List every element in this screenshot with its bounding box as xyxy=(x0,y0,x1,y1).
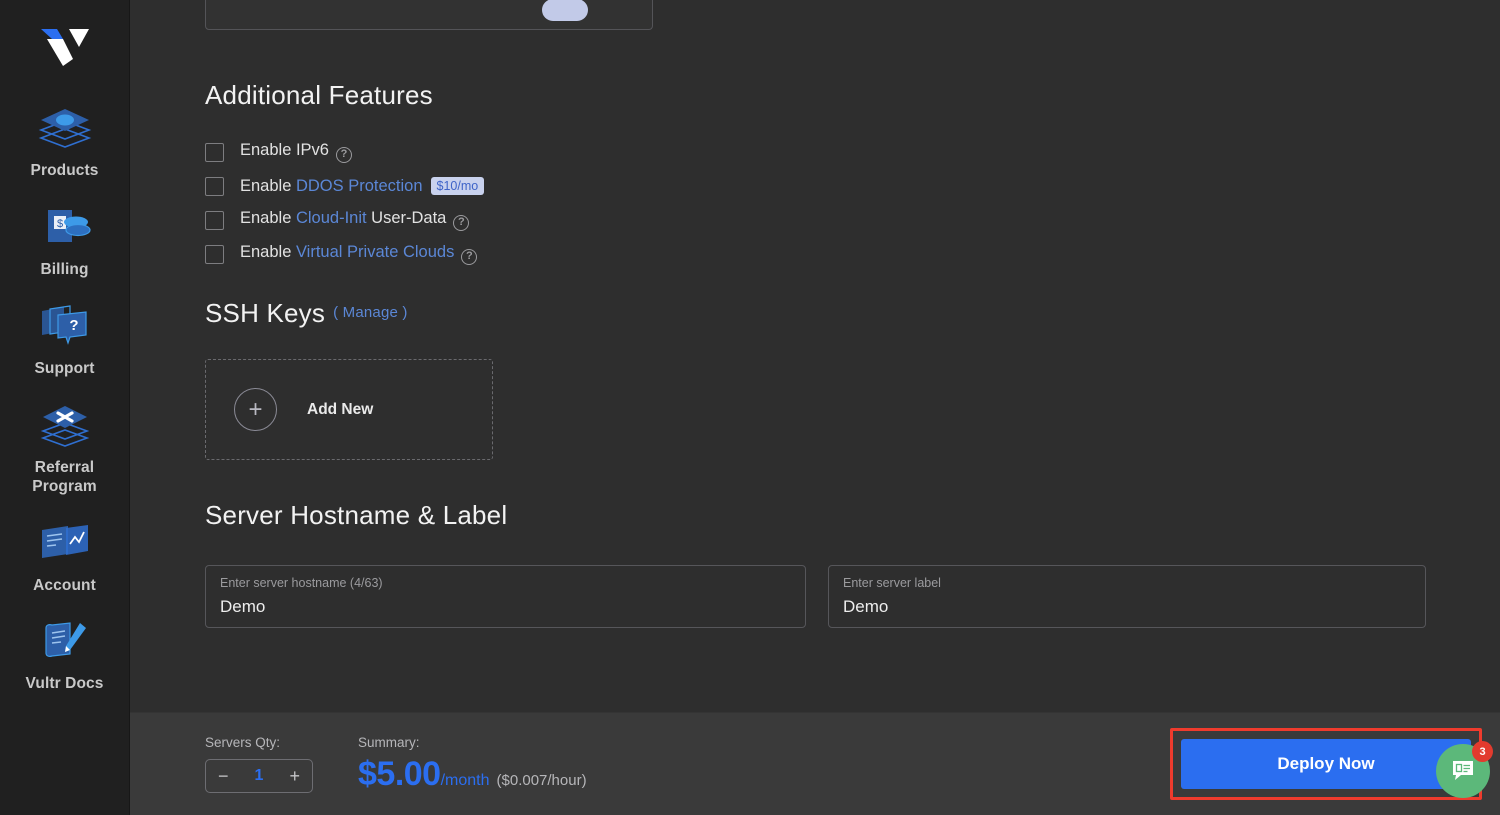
account-card-icon xyxy=(36,515,94,571)
server-hostname-input[interactable]: Enter server hostname (4/63) Demo xyxy=(205,565,806,628)
layers-star-icon xyxy=(36,397,94,453)
label-placeholder-label: Enter server label xyxy=(843,576,941,590)
invoice-coins-icon: $ xyxy=(36,199,94,255)
ssh-keys-section: SSH Keys ( Manage ) + Add New xyxy=(205,298,493,460)
page-section-title-additional-features: Additional Features xyxy=(205,80,433,110)
feature-suffix: IPv6 xyxy=(295,141,329,160)
ssh-keys-manage-link[interactable]: ( Manage ) xyxy=(333,304,408,321)
ssh-keys-title-text: SSH Keys xyxy=(205,298,326,328)
feature-row-virtual-private-clouds[interactable]: Enable Virtual Private Clouds? xyxy=(205,243,484,265)
sidebar: Products $ Billing ? Support Referral Pr… xyxy=(0,0,130,815)
bottom-summary-bar: Servers Qty: − 1 + Summary: $5.00/month (… xyxy=(130,712,1500,815)
checkbox-enable-virtual-private-clouds[interactable] xyxy=(205,244,224,264)
checkbox-enable-cloud-init-user-data[interactable] xyxy=(205,210,224,230)
feature-link-cloud-init[interactable]: Cloud-Init xyxy=(296,209,367,227)
feature-row-ddos-protection[interactable]: Enable DDOS Protection $10/mo xyxy=(205,175,485,197)
qty-increment-button[interactable]: + xyxy=(289,767,300,785)
add-new-ssh-key-button[interactable]: + Add New xyxy=(205,359,493,460)
feature-prefix: Enable xyxy=(240,176,296,195)
server-hostname-label-section: Server Hostname & Label Enter server hos… xyxy=(205,500,1426,628)
feature-label: Enable Cloud-Init User-Data? xyxy=(240,209,470,231)
vultr-logo[interactable] xyxy=(0,0,129,92)
server-label-input[interactable]: Enter server label Demo xyxy=(828,565,1426,628)
price-period: /month xyxy=(440,771,490,789)
sidebar-item-label: Account xyxy=(33,576,96,594)
main-content: Additional Features Enable IPv6? Enable … xyxy=(130,0,1500,815)
deploy-form: Additional Features Enable IPv6? Enable … xyxy=(130,0,1500,712)
sidebar-item-account[interactable]: Account xyxy=(0,507,129,606)
partial-card-above xyxy=(205,0,653,30)
support-question-icon: ? xyxy=(36,298,94,354)
svg-text:$: $ xyxy=(56,218,62,230)
additional-features-section: Additional Features Enable IPv6? Enable … xyxy=(205,80,485,277)
summary-block: Summary: $5.00/month ($0.007/hour) xyxy=(358,735,587,794)
price-amount: $5.00 xyxy=(358,754,441,793)
hostname-value: Demo xyxy=(220,596,266,616)
help-icon[interactable]: ? xyxy=(461,248,478,265)
feature-prefix: Enable xyxy=(240,243,296,262)
sidebar-item-vultr-docs[interactable]: Vultr Docs xyxy=(0,605,129,704)
sidebar-item-products[interactable]: Products xyxy=(0,92,129,191)
help-icon[interactable]: ? xyxy=(336,146,352,163)
servers-qty-caption: Servers Qty: xyxy=(205,735,281,750)
partial-badge xyxy=(542,0,588,21)
summary-caption: Summary: xyxy=(358,734,420,750)
qty-decrement-button[interactable]: − xyxy=(218,767,229,785)
page-section-title-ssh-keys: SSH Keys ( Manage ) xyxy=(205,298,493,329)
chat-unread-badge: 3 xyxy=(1472,741,1493,762)
servers-qty-block: Servers Qty: − 1 + xyxy=(205,735,313,793)
add-new-label: Add New xyxy=(307,400,374,418)
feature-link-virtual-private-clouds[interactable]: Virtual Private Clouds xyxy=(296,243,454,261)
sidebar-item-label: Support xyxy=(34,359,95,377)
sidebar-item-billing[interactable]: $ Billing xyxy=(0,191,129,290)
hostname-placeholder-label: Enter server hostname (4/63) xyxy=(220,576,383,590)
sidebar-item-label: Products xyxy=(30,162,99,179)
feature-prefix: Enable xyxy=(240,141,296,160)
qty-value: 1 xyxy=(254,767,264,784)
deploy-now-highlight: Deploy Now xyxy=(1170,728,1482,800)
additional-features-list: Enable IPv6? Enable DDOS Protection $10/m… xyxy=(205,141,485,265)
feature-label: Enable Virtual Private Clouds? xyxy=(240,243,478,265)
layers-icon xyxy=(36,100,94,156)
checkbox-enable-ddos-protection[interactable] xyxy=(205,176,224,196)
sidebar-item-support[interactable]: ? Support xyxy=(0,290,129,389)
svg-text:?: ? xyxy=(69,317,78,334)
label-value: Demo xyxy=(843,596,889,616)
chat-widget-button[interactable]: 3 xyxy=(1436,741,1493,798)
servers-qty-stepper[interactable]: − 1 + xyxy=(205,759,313,793)
feature-label: Enable IPv6? xyxy=(240,141,352,163)
vultr-logo-icon xyxy=(40,29,89,66)
summary-price: $5.00/month ($0.007/hour) xyxy=(358,755,587,794)
checkbox-enable-ipv6[interactable] xyxy=(205,142,224,162)
help-icon[interactable]: ? xyxy=(453,214,470,231)
vultr-deploy-page: Products $ Billing ? Support Referral Pr… xyxy=(0,0,1500,815)
docs-pencil-icon xyxy=(36,613,94,669)
hostname-label-fields: Enter server hostname (4/63) Demo Enter … xyxy=(205,565,1426,628)
plus-icon: + xyxy=(234,388,277,431)
sidebar-item-label: Billing xyxy=(40,260,89,278)
sidebar-item-referral-program[interactable]: Referral Program xyxy=(0,389,129,507)
feature-link-ddos-protection[interactable]: DDOS Protection xyxy=(296,177,423,195)
deploy-now-button[interactable]: Deploy Now xyxy=(1181,739,1471,789)
page-section-title-hostname-label: Server Hostname & Label xyxy=(205,500,508,530)
price-hourly: ($0.007/hour) xyxy=(496,771,587,789)
feature-row-ipv6[interactable]: Enable IPv6? xyxy=(205,141,484,163)
feature-suffix: User-Data xyxy=(366,209,447,228)
sidebar-item-label: Vultr Docs xyxy=(25,675,104,693)
sidebar-item-label: Referral Program xyxy=(32,458,97,495)
feature-row-cloud-init[interactable]: Enable Cloud-Init User-Data? xyxy=(205,209,484,231)
feature-prefix: Enable xyxy=(240,209,296,228)
price-badge-ddos: $10/mo xyxy=(430,176,485,195)
feature-label: Enable DDOS Protection $10/mo xyxy=(240,176,485,196)
chat-bubble-icon xyxy=(1453,761,1473,780)
